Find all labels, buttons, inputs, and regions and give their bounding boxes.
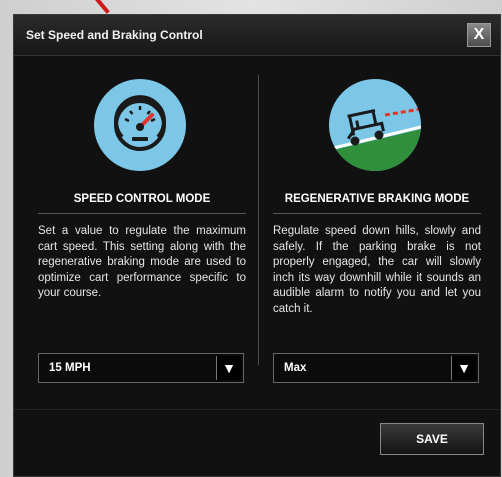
close-button[interactable]: X (467, 23, 491, 47)
speed-limit-value: 15 MPH (49, 362, 91, 374)
dialog-title: Set Speed and Braking Control (26, 28, 203, 42)
speed-control-section: SPEED CONTROL MODE Set a value to regula… (38, 79, 246, 302)
braking-mode-select[interactable]: Max ▼ (273, 353, 479, 383)
regenerative-braking-heading: REGENERATIVE BRAKING MODE (273, 193, 481, 214)
column-divider (258, 75, 259, 365)
speed-braking-dialog: Set Speed and Braking Control X SPEED CO… (13, 14, 501, 477)
close-icon: X (473, 26, 485, 43)
footer-divider (14, 409, 500, 410)
speed-control-description: Set a value to regulate the maximum cart… (38, 225, 246, 299)
chevron-down-icon[interactable]: ▼ (216, 356, 241, 380)
dialog-titlebar: Set Speed and Braking Control X (14, 15, 500, 56)
save-button[interactable]: SAVE (380, 423, 484, 455)
chevron-down-icon[interactable]: ▼ (451, 356, 476, 380)
regenerative-braking-description: Regulate speed down hills, slowly and sa… (273, 225, 481, 315)
red-pointer-arrow (90, 0, 110, 14)
speed-limit-select[interactable]: 15 MPH ▼ (38, 353, 244, 383)
speedometer-icon (94, 79, 186, 171)
regenerative-braking-section: REGENERATIVE BRAKING MODE Regulate speed… (273, 79, 481, 317)
golf-cart-downhill-icon (329, 79, 421, 171)
speed-control-heading: SPEED CONTROL MODE (38, 193, 246, 214)
braking-mode-value: Max (284, 362, 307, 374)
